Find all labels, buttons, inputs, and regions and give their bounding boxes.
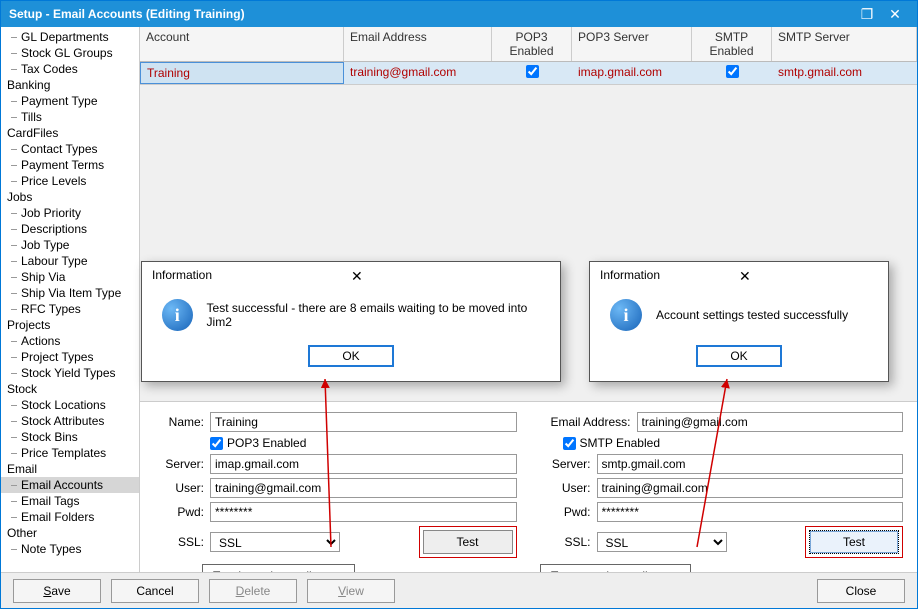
pop3-enabled-label: POP3 Enabled: [227, 436, 306, 450]
pop3-server-label: Server:: [154, 457, 204, 471]
info-dialog-pop3: Information✕ i Test successful - there a…: [141, 261, 561, 382]
tree-group[interactable]: Email: [1, 461, 139, 477]
pop3-enabled-checkbox[interactable]: [210, 437, 223, 450]
save-button[interactable]: Save: [13, 579, 101, 603]
tree-item[interactable]: Job Priority: [1, 205, 139, 221]
tree-group[interactable]: Jobs: [1, 189, 139, 205]
pop3-ssl-label: SSL:: [154, 535, 204, 549]
cell-email: training@gmail.com: [344, 62, 492, 84]
ok-button[interactable]: OK: [308, 345, 394, 367]
tree-item[interactable]: GL Departments: [1, 29, 139, 45]
tree-group[interactable]: Stock: [1, 381, 139, 397]
tree-item[interactable]: Email Tags: [1, 493, 139, 509]
tree-item[interactable]: Note Types: [1, 541, 139, 557]
form-panel: Name: POP3 Enabled Server: User: Pwd: SS…: [140, 401, 917, 572]
delete-button: Delete: [209, 579, 297, 603]
smtp-enabled-label: SMTP Enabled: [580, 436, 661, 450]
info-icon: i: [610, 299, 642, 331]
tree-group[interactable]: CardFiles: [1, 125, 139, 141]
tree-item[interactable]: Price Levels: [1, 173, 139, 189]
cell-smtp-enabled: [692, 62, 772, 84]
titlebar: Setup - Email Accounts (Editing Training…: [1, 1, 917, 27]
footer-bar: Save Cancel Delete View Close: [1, 572, 917, 608]
restore-icon[interactable]: ❐: [853, 6, 881, 23]
tree-group[interactable]: Other: [1, 525, 139, 541]
smtp-server-field[interactable]: [597, 454, 904, 474]
emailaddr-label: Email Address:: [541, 415, 631, 429]
view-button: View: [307, 579, 395, 603]
dialog-close-icon[interactable]: ✕: [351, 268, 550, 285]
smtp-server-label: Server:: [541, 457, 591, 471]
test-pop3-button[interactable]: Test: [423, 530, 513, 554]
tree-item[interactable]: Tills: [1, 109, 139, 125]
tree-item[interactable]: Actions: [1, 333, 139, 349]
tree-group[interactable]: Projects: [1, 317, 139, 333]
tree-item[interactable]: RFC Types: [1, 301, 139, 317]
col-pop3-server[interactable]: POP3 Server: [572, 27, 692, 61]
col-smtp-enabled[interactable]: SMTP Enabled: [692, 27, 772, 61]
smtp-pwd-label: Pwd:: [541, 505, 591, 519]
pop3-pwd-label: Pwd:: [154, 505, 204, 519]
pop3-server-field[interactable]: [210, 454, 517, 474]
info-dialog-smtp: Information✕ i Account settings tested s…: [589, 261, 889, 382]
tree-item[interactable]: Stock Locations: [1, 397, 139, 413]
name-label: Name:: [154, 415, 204, 429]
tree-group[interactable]: Banking: [1, 77, 139, 93]
dialog-message: Test successful - there are 8 emails wai…: [207, 301, 540, 329]
table-row[interactable]: Training training@gmail.com imap.gmail.c…: [140, 62, 917, 84]
smtp-enabled-checkbox[interactable]: [563, 437, 576, 450]
dialog-title: Information: [152, 268, 351, 285]
col-smtp-server[interactable]: SMTP Server: [772, 27, 917, 61]
smtp-enabled-check[interactable]: [726, 65, 739, 78]
tree-item[interactable]: Contact Types: [1, 141, 139, 157]
tree-item[interactable]: Ship Via Item Type: [1, 285, 139, 301]
smtp-user-field[interactable]: [597, 478, 904, 498]
pop3-enabled-check[interactable]: [526, 65, 539, 78]
tree-item[interactable]: Payment Terms: [1, 157, 139, 173]
name-field[interactable]: [210, 412, 517, 432]
pop3-user-label: User:: [154, 481, 204, 495]
tree-item[interactable]: Payment Type: [1, 93, 139, 109]
cancel-button[interactable]: Cancel: [111, 579, 199, 603]
nav-tree: GL DepartmentsStock GL GroupsTax CodesBa…: [1, 27, 140, 572]
dialog-title: Information: [600, 268, 739, 285]
cell-pop3-server: imap.gmail.com: [572, 62, 692, 84]
window-title: Setup - Email Accounts (Editing Training…: [9, 7, 853, 21]
cell-smtp-server: smtp.gmail.com: [772, 62, 917, 84]
pop3-pwd-field[interactable]: [210, 502, 517, 522]
pop3-user-field[interactable]: [210, 478, 517, 498]
tree-item[interactable]: Stock GL Groups: [1, 45, 139, 61]
smtp-pwd-field[interactable]: [597, 502, 904, 522]
dialog-message: Account settings tested successfully: [656, 308, 848, 322]
tree-item[interactable]: Stock Yield Types: [1, 365, 139, 381]
tree-item[interactable]: Price Templates: [1, 445, 139, 461]
tree-item[interactable]: Stock Attributes: [1, 413, 139, 429]
dialog-close-icon[interactable]: ✕: [739, 268, 878, 285]
tree-item[interactable]: Project Types: [1, 349, 139, 365]
smtp-ssl-select[interactable]: SSL: [597, 532, 727, 552]
info-icon: i: [162, 299, 193, 331]
ok-button[interactable]: OK: [696, 345, 782, 367]
tree-item[interactable]: Email Folders: [1, 509, 139, 525]
pop3-ssl-select[interactable]: SSL: [210, 532, 340, 552]
smtp-ssl-label: SSL:: [541, 535, 591, 549]
accounts-grid: Account Email Address POP3 Enabled POP3 …: [140, 27, 917, 85]
cell-account: Training: [140, 62, 344, 84]
smtp-user-label: User:: [541, 481, 591, 495]
tree-item[interactable]: Stock Bins: [1, 429, 139, 445]
tree-item[interactable]: Tax Codes: [1, 61, 139, 77]
tree-item[interactable]: Email Accounts: [1, 477, 139, 493]
close-button[interactable]: Close: [817, 579, 905, 603]
close-icon[interactable]: ✕: [881, 6, 909, 23]
emailaddr-field[interactable]: [637, 412, 904, 432]
tree-item[interactable]: Descriptions: [1, 221, 139, 237]
tree-item[interactable]: Labour Type: [1, 253, 139, 269]
col-account[interactable]: Account: [140, 27, 344, 61]
tree-item[interactable]: Ship Via: [1, 269, 139, 285]
test-smtp-button[interactable]: Test: [809, 530, 899, 554]
col-email[interactable]: Email Address: [344, 27, 492, 61]
tree-item[interactable]: Job Type: [1, 237, 139, 253]
col-pop3-enabled[interactable]: POP3 Enabled: [492, 27, 572, 61]
cell-pop3-enabled: [492, 62, 572, 84]
